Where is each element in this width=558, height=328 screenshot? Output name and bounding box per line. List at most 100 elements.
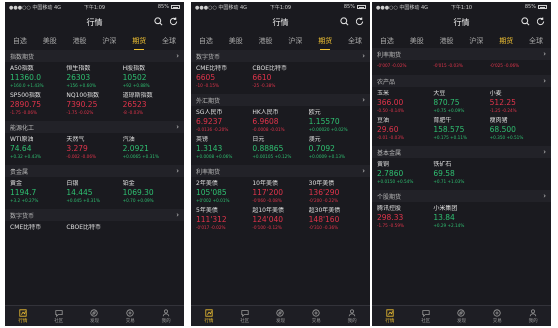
quote-cell[interactable]: 铁矿石 69.58 +0.71 +1.03% (433, 161, 489, 188)
quote-cell[interactable]: 超10年美债 124'040 -0'100 -0.12% (252, 207, 308, 234)
quote-cell[interactable]: 日元 0.88865 +0.00105 +0.12% (252, 136, 308, 163)
section-header[interactable]: 基本金属 › (372, 146, 551, 158)
chevron-right-icon[interactable]: › (176, 211, 179, 219)
quote-cell[interactable]: CBOE比特币 (66, 224, 122, 251)
quote-cell[interactable]: 大豆 870.75 +0.75 +0.09% (433, 90, 489, 117)
tab-3[interactable]: 沪深 (469, 34, 483, 48)
chevron-right-icon[interactable]: › (362, 52, 365, 60)
quote-cell[interactable]: 黄金 1194.7 +3.2 +0.27% (10, 180, 66, 207)
tab-0[interactable]: 自选 (380, 34, 394, 48)
section-header[interactable]: 数字货币 › (5, 209, 184, 221)
quote-cell[interactable]: -0'007 -0.02% (377, 63, 433, 73)
quote-cell[interactable]: 瘦肉猪 68.500 +0.350 +0.51% (490, 117, 546, 144)
nav-profile[interactable]: 我的 (348, 308, 357, 324)
quote-cell[interactable]: 汽油 2.0921 +0.0065 +0.31% (123, 136, 179, 163)
nav-chart[interactable]: 行情 (204, 308, 213, 324)
nav-trade[interactable]: 交易 (493, 308, 502, 324)
quote-cell[interactable]: SG人民币 6.9237 -0.0136 -0.20% (196, 109, 252, 136)
tab-5[interactable]: 全球 (348, 34, 362, 48)
nav-compass[interactable]: 发现 (90, 308, 99, 324)
section-header[interactable]: 外汇期货 › (191, 94, 370, 106)
quote-cell[interactable]: NQ100指数 7390.25 -1.75 -0.02% (66, 92, 122, 119)
tab-1[interactable]: 美股 (229, 34, 243, 48)
quote-cell[interactable]: 2年美债 105'085 +0'002 +0.01% (196, 180, 252, 207)
section-header[interactable]: 利率期货 › (372, 48, 551, 60)
quote-cell[interactable]: 恒生指数 26303 +156 +0.60% (66, 65, 122, 92)
quote-cell[interactable]: 5年美债 111'312 -0'017 -0.02% (196, 207, 252, 234)
tab-5[interactable]: 全球 (529, 34, 543, 48)
nav-trade[interactable]: 交易 (312, 308, 321, 324)
quote-cell[interactable]: CME比特币 (10, 224, 66, 251)
section-header[interactable]: 指数期货 › (5, 50, 184, 62)
quote-cell[interactable]: 黄铜 2.7860 +0.0150 +0.54% (377, 161, 433, 188)
tab-0[interactable]: 自选 (13, 34, 27, 48)
refresh-icon[interactable] (355, 17, 364, 28)
quote-cell[interactable]: 玉米 366.00 -0.50 -0.14% (377, 90, 433, 117)
chevron-right-icon[interactable]: › (362, 96, 365, 104)
chevron-right-icon[interactable]: › (176, 52, 179, 60)
tab-4[interactable]: 期货 (318, 34, 332, 50)
refresh-icon[interactable] (536, 17, 545, 28)
nav-compass[interactable]: 发现 (276, 308, 285, 324)
nav-chart[interactable]: 行情 (385, 308, 394, 324)
chevron-right-icon[interactable]: › (543, 148, 546, 156)
tab-2[interactable]: 港股 (73, 34, 87, 48)
quote-cell[interactable]: 白银 14.445 +0.045 +0.31% (66, 180, 122, 207)
quote-cell[interactable]: 天然气 3.279 -0.002 -0.06% (66, 136, 122, 163)
chevron-right-icon[interactable]: › (362, 167, 365, 175)
tab-0[interactable]: 自选 (199, 34, 213, 48)
search-icon[interactable] (340, 17, 349, 28)
tab-4[interactable]: 期货 (499, 34, 513, 50)
section-header[interactable]: 农产品 › (372, 75, 551, 87)
quote-cell[interactable]: 10年美债 117'200 -0'060 -0.08% (252, 180, 308, 207)
quote-cell[interactable]: CBOE比特币 6610 -25 -0.38% (252, 65, 308, 92)
tab-3[interactable]: 沪深 (102, 34, 116, 48)
chevron-right-icon[interactable]: › (176, 123, 179, 131)
tab-3[interactable]: 沪深 (288, 34, 302, 48)
quote-cell[interactable]: HK人民币 6.9608 -0.0008 -0.01% (252, 109, 308, 136)
tab-4[interactable]: 期货 (132, 34, 146, 50)
quote-cell[interactable]: -0'025 -0.06% (490, 63, 546, 73)
nav-trade[interactable]: 交易 (126, 308, 135, 324)
quote-cell[interactable]: 育肥牛 158.575 +0.175 +0.11% (433, 117, 489, 144)
chevron-right-icon[interactable]: › (176, 167, 179, 175)
quote-cell[interactable]: CME比特币 6605 -10 -0.15% (196, 65, 252, 92)
quote-cell[interactable]: WTI原油 74.64 +0.32 +0.43% (10, 136, 66, 163)
quote-cell[interactable]: 澳元 0.7092 +0.0009 +0.13% (309, 136, 365, 163)
tab-2[interactable]: 港股 (440, 34, 454, 48)
section-header[interactable]: 个股期货 › (372, 190, 551, 202)
tab-2[interactable]: 港股 (259, 34, 273, 48)
chevron-right-icon[interactable]: › (543, 192, 546, 200)
quote-cell[interactable]: 英镑 1.3143 +0.0008 +0.06% (196, 136, 252, 163)
section-header[interactable]: 数字货币 › (191, 50, 370, 62)
quote-cell[interactable]: 超30年美债 148'160 -0'310 -0.36% (309, 207, 365, 234)
nav-community[interactable]: 社区 (54, 309, 63, 324)
quote-cell[interactable]: SP500指数 2890.75 -1.75 -0.06% (10, 92, 66, 119)
quote-cell[interactable]: 铂金 1069.30 +0.70 +0.09% (123, 180, 179, 207)
nav-community[interactable]: 社区 (240, 309, 249, 324)
quote-cell[interactable]: 欧元 1.15570 +0.00020 +0.02% (309, 109, 365, 136)
section-header[interactable]: 利率期货 › (191, 165, 370, 177)
quote-cell[interactable]: -0'015 -0.03% (433, 63, 489, 73)
quote-cell[interactable]: 腾讯控股 298.33 -1.75 -0.59% (377, 205, 433, 232)
search-icon[interactable] (521, 17, 530, 28)
quote-cell[interactable]: A50指数 11360.0 +160.0 +1.43% (10, 65, 66, 92)
refresh-icon[interactable] (169, 17, 178, 28)
nav-chart[interactable]: 行情 (18, 308, 27, 324)
search-icon[interactable] (154, 17, 163, 28)
quote-cell[interactable]: 30年美债 136'290 -0'200 -0.22% (309, 180, 365, 207)
section-header[interactable]: 贵金属 › (5, 165, 184, 177)
nav-compass[interactable]: 发现 (457, 308, 466, 324)
quote-cell[interactable]: H股指数 10502 +92 +0.88% (123, 65, 179, 92)
tab-5[interactable]: 全球 (162, 34, 176, 48)
quote-cell[interactable]: 道琼斯指数 26523 -8 -0.03% (123, 92, 179, 119)
section-header[interactable]: 能源化工 › (5, 121, 184, 133)
quote-cell[interactable]: 小麦 512.25 -1.25 -0.24% (490, 90, 546, 117)
tab-1[interactable]: 美股 (410, 34, 424, 48)
quote-cell[interactable]: 小米集团 13.84 +0.29 +2.14% (433, 205, 489, 232)
tab-1[interactable]: 美股 (43, 34, 57, 48)
nav-profile[interactable]: 我的 (162, 308, 171, 324)
quote-cell[interactable]: 豆油 29.60 -0.01 -0.03% (377, 117, 433, 144)
nav-community[interactable]: 社区 (421, 309, 430, 324)
chevron-right-icon[interactable]: › (543, 77, 546, 85)
